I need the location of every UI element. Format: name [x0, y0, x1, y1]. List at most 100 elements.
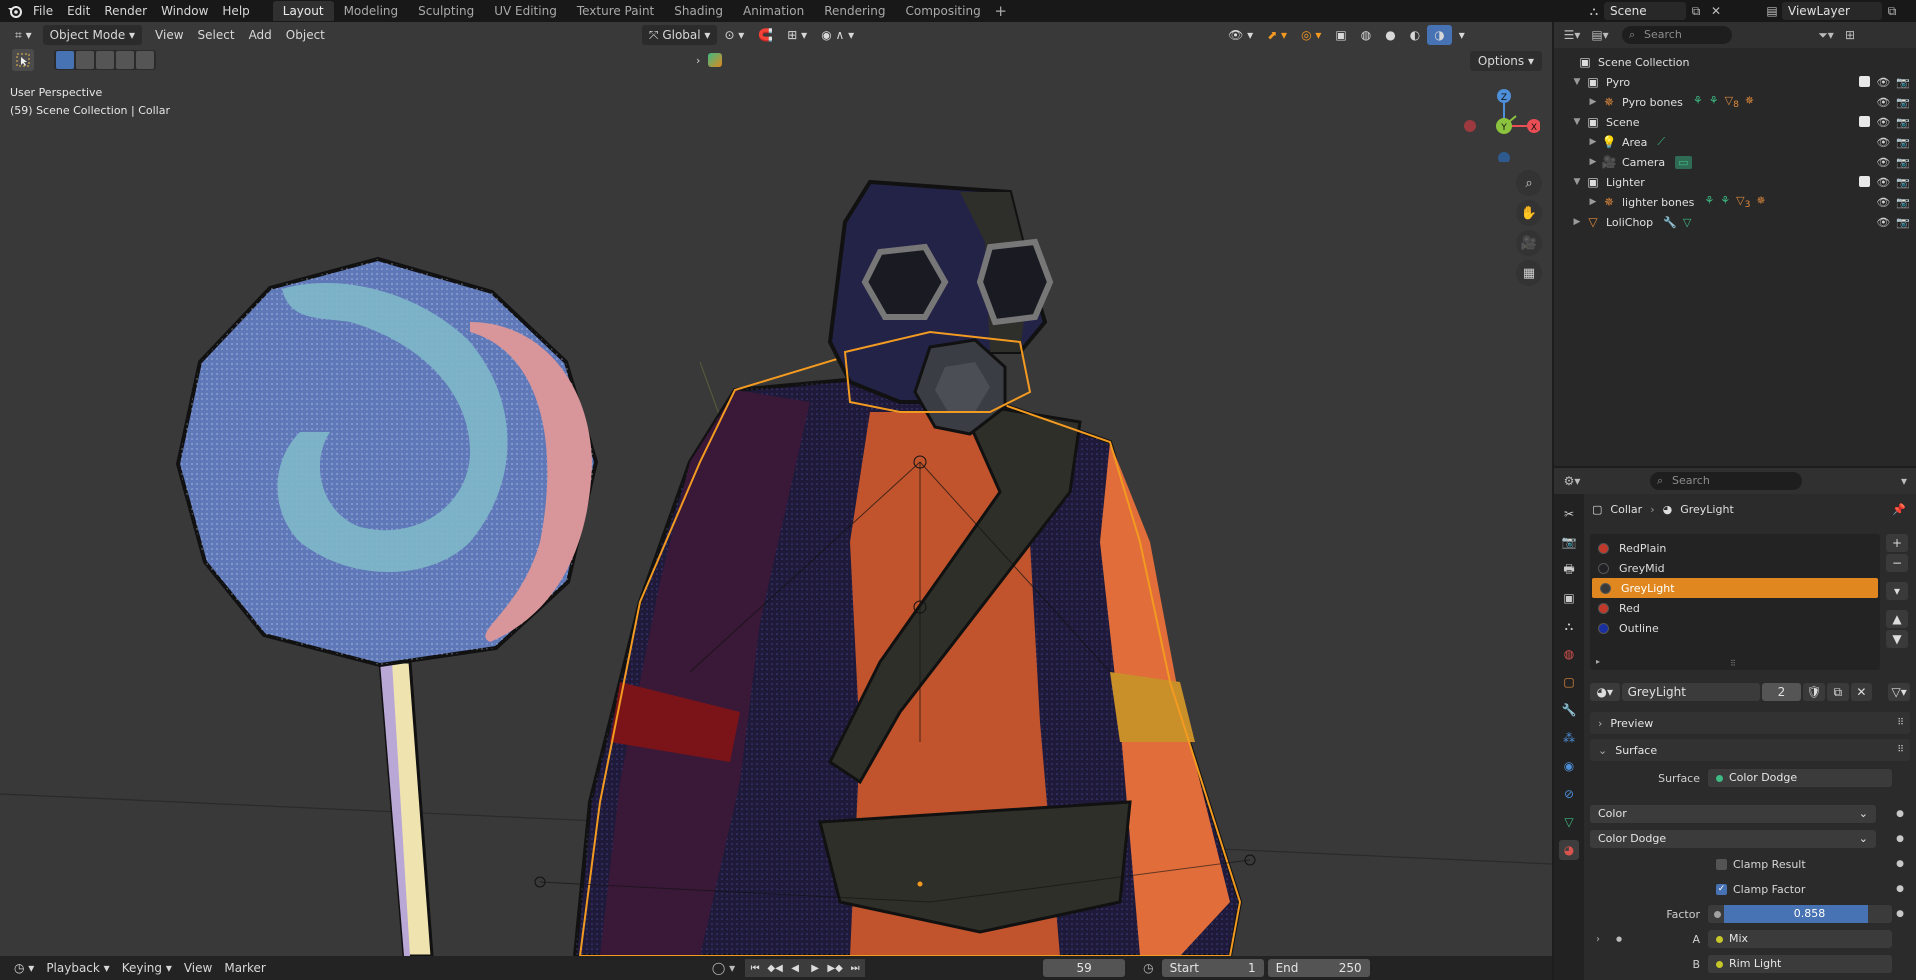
physics-tab-icon[interactable]: ◉: [1559, 756, 1579, 776]
select-intersect-icon[interactable]: [136, 51, 154, 69]
user-count-badge[interactable]: 2: [1761, 683, 1802, 701]
link-type-icon[interactable]: ▽▾: [1888, 683, 1910, 701]
fake-user-icon[interactable]: 🛡: [1803, 683, 1825, 701]
play-reverse-icon[interactable]: ◀: [785, 959, 806, 977]
expand-arrow-icon[interactable]: ▼: [1570, 77, 1584, 87]
jump-start-icon[interactable]: ⏮: [745, 959, 766, 977]
unlink-material-icon[interactable]: ✕: [1850, 683, 1873, 701]
bone-icon[interactable]: ⚘: [1720, 194, 1730, 210]
keyframe-dot-icon[interactable]: ●: [1616, 935, 1622, 943]
data-type-select[interactable]: Color ⌄: [1590, 805, 1876, 823]
select-extend-icon[interactable]: [76, 51, 94, 69]
select-new-icon[interactable]: [56, 51, 74, 69]
camera-view-icon[interactable]: 🎥: [1516, 230, 1542, 256]
display-mode-icon[interactable]: ▤▾: [1590, 26, 1610, 44]
pin-icon[interactable]: 📌: [1892, 503, 1906, 516]
tree-item-lolichop[interactable]: ▶ ▽ LoliChop 🔧 ▽ 👁 📷: [1554, 212, 1916, 232]
remove-slot-button[interactable]: −: [1886, 554, 1908, 572]
slot-specials-button[interactable]: ▾: [1886, 582, 1908, 600]
menu-view[interactable]: View: [148, 25, 190, 45]
view-layer-field[interactable]: ViewLayer: [1782, 2, 1882, 20]
list-resize-handle[interactable]: ⠿: [1730, 659, 1736, 668]
keyframe-dot-icon[interactable]: ●: [1896, 909, 1904, 919]
armature-child-icon[interactable]: ✵: [1756, 194, 1765, 210]
eye-icon[interactable]: 👁: [1876, 76, 1890, 89]
mesh-child-icon[interactable]: ▽8: [1725, 94, 1739, 110]
input-b-field[interactable]: Rim Light: [1708, 955, 1892, 973]
surface-shader-field[interactable]: Color Dodge: [1708, 769, 1892, 787]
exclude-checkbox[interactable]: [1859, 75, 1871, 87]
shading-material-icon[interactable]: ◐: [1403, 25, 1427, 45]
surface-panel-header[interactable]: ⌄ Surface ⠿: [1590, 739, 1910, 761]
collapse-arrow-icon[interactable]: ▶: [1586, 97, 1600, 107]
eye-icon[interactable]: 👁: [1876, 196, 1890, 209]
move-slot-down-button[interactable]: ▼: [1886, 630, 1908, 648]
transform-orientation[interactable]: ⤧ Global ▾: [641, 24, 718, 45]
move-slot-up-button[interactable]: ▲: [1886, 610, 1908, 628]
eye-icon[interactable]: 👁: [1876, 96, 1890, 109]
menu-help[interactable]: Help: [215, 0, 256, 22]
expand-arrow-icon[interactable]: ▼: [1570, 117, 1584, 127]
gizmo-object-icon[interactable]: [708, 53, 723, 67]
menu-object[interactable]: Object: [279, 25, 332, 45]
tab-rendering[interactable]: Rendering: [814, 1, 895, 21]
camera-render-icon[interactable]: 📷: [1896, 196, 1910, 209]
expand-arrow-icon[interactable]: ▼: [1570, 177, 1584, 187]
menu-edit[interactable]: Edit: [60, 0, 97, 22]
data-tab-icon[interactable]: ▽: [1559, 812, 1579, 832]
tree-item-pyro[interactable]: ▼ ▣ Pyro 👁 📷: [1554, 72, 1916, 92]
view-layer-tab-icon[interactable]: ▣: [1559, 588, 1579, 608]
tree-item-scene-collection[interactable]: ▣ Scene Collection: [1554, 52, 1916, 72]
tab-layout[interactable]: Layout: [272, 1, 334, 21]
tree-item-lighter-bones[interactable]: ▶ ✵ lighter bones ⚘ ⚘ ▽3 ✵ 👁 📷: [1554, 192, 1916, 212]
shading-options-icon[interactable]: ▾: [1452, 25, 1472, 45]
snap-target-icon[interactable]: ⊞ ▾: [780, 25, 814, 45]
duplicate-material-icon[interactable]: ⧉: [1826, 683, 1849, 701]
prev-keyframe-icon[interactable]: ◆◀: [765, 959, 786, 977]
camera-render-icon[interactable]: 📷: [1896, 176, 1910, 189]
clamp-result-checkbox[interactable]: [1716, 858, 1727, 870]
tool-tab-icon[interactable]: ✂: [1559, 504, 1579, 524]
navigation-gizmo[interactable]: X Z Y: [1460, 82, 1540, 162]
particles-tab-icon[interactable]: ⁂: [1559, 728, 1579, 748]
outliner-editor-icon[interactable]: ☰▾: [1562, 26, 1582, 44]
scene-name-field[interactable]: Scene: [1604, 2, 1686, 20]
tree-item-pyro-bones[interactable]: ▶ ✵ Pyro bones ⚘ ⚘ ▽8 ✵ 👁 📷: [1554, 92, 1916, 112]
blender-logo-icon[interactable]: [4, 0, 26, 22]
select-invert-icon[interactable]: [116, 51, 134, 69]
outliner-search-input[interactable]: ⌕ Search: [1622, 26, 1732, 44]
select-subtract-icon[interactable]: [96, 51, 114, 69]
frame-start-field[interactable]: Start 1: [1161, 959, 1264, 977]
material-name-field[interactable]: GreyLight: [1621, 683, 1760, 701]
new-view-layer-icon[interactable]: ⧉: [1882, 2, 1902, 20]
list-item[interactable]: RedPlain: [1590, 538, 1880, 558]
keyframe-dot-icon[interactable]: ●: [1896, 859, 1904, 869]
eye-icon[interactable]: 👁: [1876, 216, 1890, 229]
eye-icon[interactable]: 👁: [1876, 156, 1890, 169]
eye-icon[interactable]: 👁: [1876, 136, 1890, 149]
drag-handle-icon[interactable]: ⠿: [1897, 718, 1904, 728]
clamp-factor-checkbox[interactable]: ✓: [1716, 883, 1727, 895]
list-item[interactable]: Red: [1590, 598, 1880, 618]
shading-wireframe-icon[interactable]: ◍: [1354, 25, 1378, 45]
render-tab-icon[interactable]: 📷: [1559, 532, 1579, 552]
gizmo-toggle-icon[interactable]: ⬈ ▾: [1260, 25, 1294, 45]
tab-uv-editing[interactable]: UV Editing: [484, 1, 567, 21]
snap-icon[interactable]: 🧲: [751, 25, 780, 45]
proportional-edit-icon[interactable]: ◉ ∧ ▾: [814, 25, 861, 45]
new-collection-icon[interactable]: ⊞: [1840, 26, 1860, 44]
camera-render-icon[interactable]: 📷: [1896, 96, 1910, 109]
play-icon[interactable]: ▶: [805, 959, 826, 977]
tab-shading[interactable]: Shading: [664, 1, 733, 21]
pose-icon[interactable]: ⚘: [1693, 94, 1703, 110]
jump-end-icon[interactable]: ⏭: [845, 959, 866, 977]
perspective-grid-icon[interactable]: ▦: [1516, 260, 1542, 286]
collapse-arrow-icon[interactable]: ▶: [1586, 157, 1600, 167]
list-item[interactable]: GreyMid: [1590, 558, 1880, 578]
next-keyframe-icon[interactable]: ▶◆: [825, 959, 846, 977]
factor-slider[interactable]: 0.858: [1708, 905, 1892, 923]
light-data-icon[interactable]: ⟋: [1657, 135, 1665, 149]
camera-data-icon[interactable]: ▭: [1675, 155, 1692, 169]
camera-render-icon[interactable]: 📷: [1896, 116, 1910, 129]
menu-add[interactable]: Add: [242, 25, 279, 45]
